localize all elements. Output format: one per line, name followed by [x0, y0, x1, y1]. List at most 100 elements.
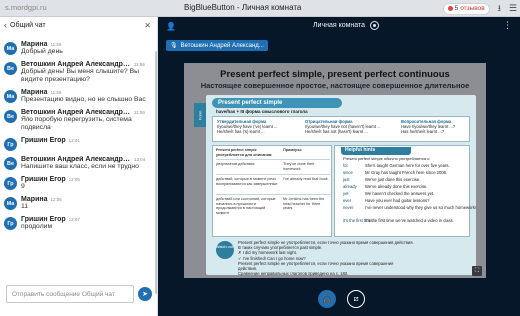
avatar: Ве	[4, 110, 17, 123]
chat-title: Общий чат	[10, 21, 46, 29]
message-author: Марина	[21, 89, 48, 96]
avatar: Гр	[4, 138, 17, 151]
room-top-bar: 👤 Личная комната ⋮	[158, 17, 520, 35]
message-time: 11:55	[50, 42, 62, 47]
message-text: 11	[21, 203, 29, 210]
chevron-left-icon[interactable]: ‹	[4, 20, 7, 30]
message-text: подвисла	[21, 124, 51, 131]
message-author: Марина	[21, 196, 48, 203]
divider	[216, 194, 330, 195]
examples-head: Примеры:	[283, 148, 303, 152]
chat-message: Гр Гришин Егор 12:07 продолим	[0, 216, 155, 231]
extension-icon[interactable]: ☰	[509, 4, 517, 13]
chat-scrollbar[interactable]	[155, 51, 157, 294]
message-time: 11:56	[134, 62, 145, 67]
message-text: 9	[21, 183, 25, 190]
hint-row: never I’ve never understood why they give…	[343, 205, 477, 210]
close-icon[interactable]: ✕	[144, 21, 151, 30]
message-author: Марина	[21, 41, 48, 48]
record-icon[interactable]	[370, 21, 379, 30]
message-text: Презентацию видно, но не слышно Вас	[21, 96, 146, 103]
audio-button[interactable]: 🎧	[318, 290, 336, 308]
section-heading: Present perfect simple	[212, 98, 342, 108]
avatar: Ве	[4, 157, 17, 170]
message-author: Ветошкин Андрей Александро...	[21, 156, 131, 163]
chat-message-input[interactable]	[6, 285, 134, 303]
microphone-icon: 🎙	[170, 43, 178, 49]
hints-title: Helpful hints	[341, 147, 411, 155]
message-author: Ветошкин Андрей Александро...	[21, 61, 131, 68]
form-line: have/has + III форма смыслового глагола	[216, 109, 308, 114]
table-cell: Has he/she/it learnt ...?	[401, 129, 445, 134]
message-time: 12:01	[68, 138, 80, 143]
presentation-slide[interactable]: Present perfect simple, present perfect …	[184, 63, 486, 278]
chat-panel: ‹ Общий чат ✕ Ма Марина 11:55 Добрый день…	[0, 17, 158, 316]
room-title: Личная комната	[312, 22, 366, 29]
headphones-icon: 🎧	[322, 294, 332, 304]
hint-row: since Mr Gray has taught French here sinc…	[343, 170, 448, 175]
send-icon: ➤	[142, 291, 148, 298]
divider	[216, 174, 330, 175]
usage-row: результатов действия	[216, 162, 255, 166]
usage-example: I’ve already read that book.	[283, 177, 329, 181]
avatar: Ма	[4, 90, 17, 103]
slide-subtitle: Настоящее совершенное простое, настоящее…	[200, 81, 470, 90]
usage-example: Mr Jenkins has been the head teacher for…	[283, 197, 325, 211]
message-author: Гришин Егор	[21, 137, 66, 144]
usage-example: They’ve done their homework.	[283, 162, 315, 171]
chat-message: Гр Гришин Егор 12:01	[0, 137, 155, 151]
chat-message: Ма Марина 11:58 Презентацию видно, но не …	[0, 89, 155, 104]
download-icon[interactable]: ⭳	[498, 4, 501, 13]
watch-out-text: Present perfect simple не употребляется,…	[238, 240, 414, 277]
avatar: Гр	[4, 217, 17, 230]
slide-title: Present perfect simple, present perfect …	[220, 69, 450, 80]
chat-message: Ве Ветошкин Андрей Александро... 11:56 До…	[0, 61, 155, 84]
hint-row: yet We haven’t checked the answers yet.	[343, 191, 435, 196]
usage-row: действий, которые в момент речи восприни…	[216, 177, 278, 186]
chat-message: Ве Ветошкин Андрей Александро... 12:04 На…	[0, 156, 155, 171]
watch-out-badge: Watch out!	[216, 241, 234, 259]
send-button[interactable]: ➤	[138, 287, 152, 301]
forms-table: Утвердительная форма I/you/we/they have (…	[212, 116, 470, 142]
message-text: продолим	[21, 223, 53, 230]
usage-box: Present perfect simple употребляется для…	[212, 145, 332, 237]
message-time: 11:59	[134, 110, 145, 115]
message-text: Добрый день! Вы меня слышите? Вы	[21, 68, 140, 75]
usage-head: Present perfect simple употребляется для…	[216, 148, 273, 157]
hint-row: ever Have you ever had guitar lessons?	[343, 198, 430, 203]
message-time: 12:04	[134, 157, 146, 162]
chat-message: Гр Гришин Егор 12:05 9	[0, 176, 155, 191]
talking-indicator: 🎙 Ветошкин Андрей Александ...	[166, 40, 268, 51]
more-options-icon[interactable]: ⋮	[503, 20, 512, 31]
reviews-dot-icon	[447, 6, 453, 11]
hint-row: for She’s taught German here for over fiv…	[343, 163, 450, 168]
chat-message: Ма Марина 11:55 Добрый день	[0, 41, 155, 56]
fullscreen-icon[interactable]: ⛶	[472, 266, 482, 276]
message-time: 12:05	[68, 177, 80, 182]
message-text: видите презентацию?	[21, 76, 90, 83]
avatar: Ве	[4, 62, 17, 75]
hint-row: it’s the first timeIt’s the first time w…	[343, 218, 454, 223]
hint-row: just We’ve just done this exercise.	[343, 177, 421, 182]
avatar: Гр	[4, 177, 17, 190]
message-text: Напишите ваш класс, если не трудно	[21, 163, 139, 170]
avatar: Ма	[4, 42, 17, 55]
browser-tab-bar: s.mordgpi.ru BigBlueButton - Личная комн…	[0, 0, 520, 17]
video-off-icon: ⧄	[353, 294, 359, 303]
chat-message: Ма Марина 12:06 11	[0, 196, 155, 211]
hints-box: Helpful hints Present perfect simple обы…	[334, 145, 476, 237]
avatar: Ма	[4, 197, 17, 210]
reviews-count: 5	[454, 5, 459, 12]
message-time: 12:06	[50, 197, 62, 202]
message-time: 11:58	[50, 90, 62, 95]
hints-intro: Present perfect simple обычно употребляе…	[343, 156, 431, 161]
talking-user: Ветошкин Андрей Александ...	[180, 42, 264, 49]
message-author: Гришин Егор	[21, 176, 66, 183]
browser-url[interactable]: s.mordgpi.ru	[5, 3, 47, 12]
message-list: Ма Марина 11:55 Добрый день Ве Ветошкин А…	[0, 33, 155, 297]
chat-header: ‹ Общий чат ✕	[0, 17, 157, 33]
screenshare-button[interactable]: ⧄	[347, 290, 365, 308]
reviews-pill[interactable]: 5 отзывов	[442, 2, 490, 15]
message-text: Я/ю поробую перегрузить, система	[21, 116, 132, 123]
message-time: 12:07	[68, 217, 80, 222]
